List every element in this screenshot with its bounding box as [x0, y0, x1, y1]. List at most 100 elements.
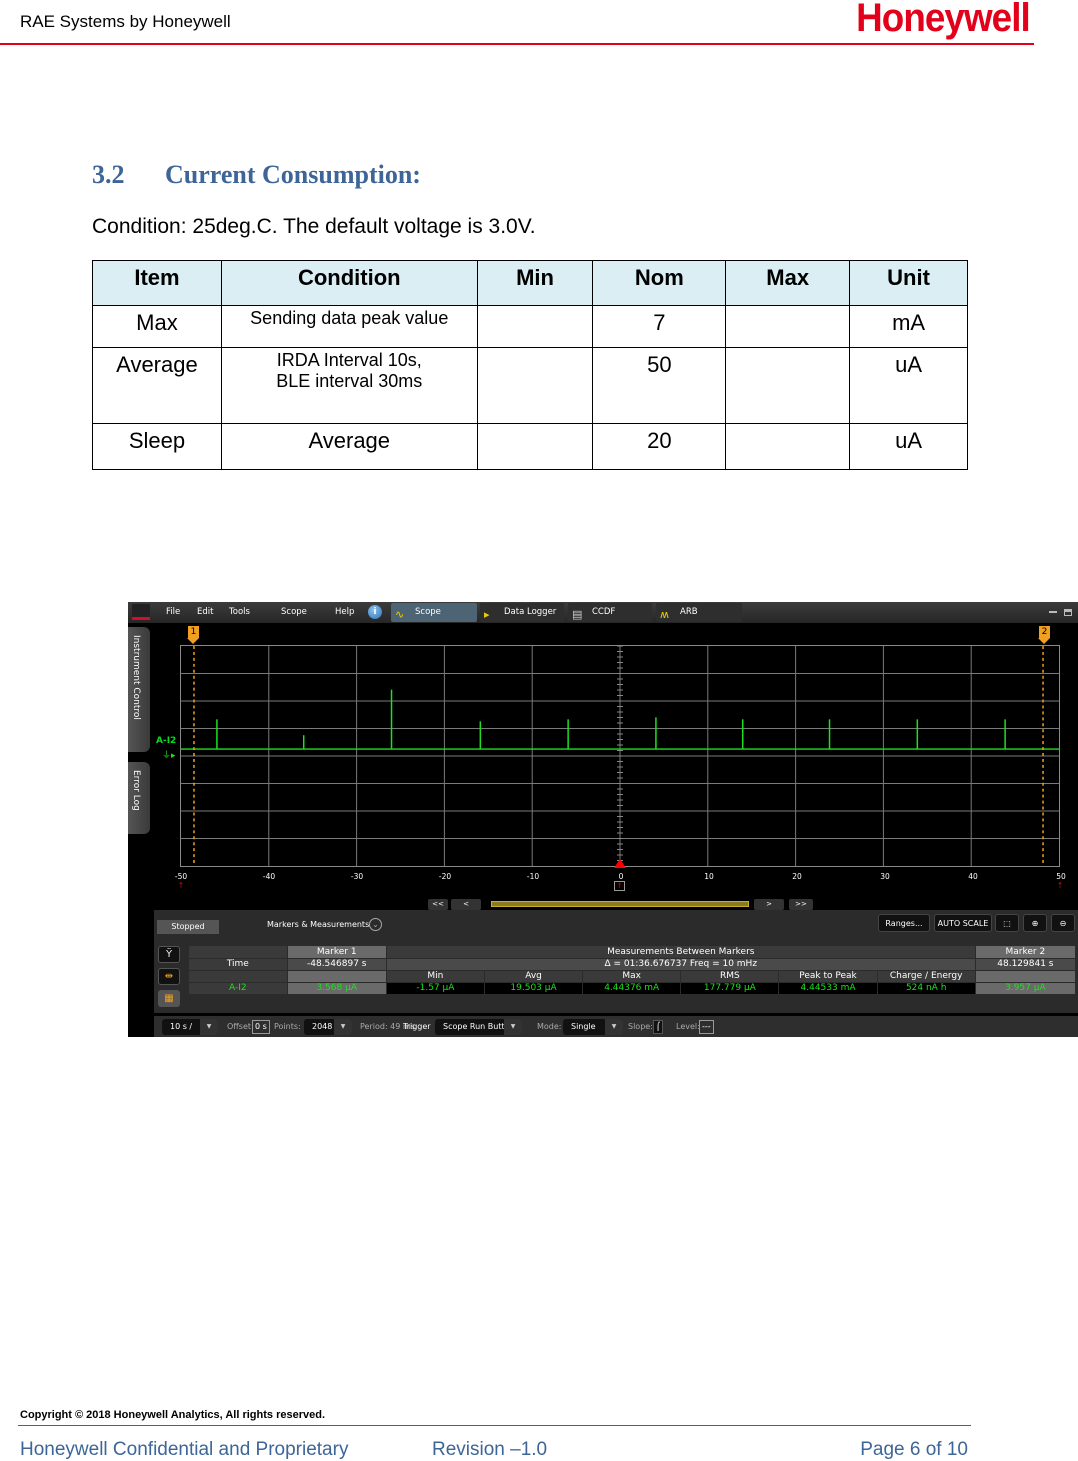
nav-next-button[interactable]: >: [754, 899, 784, 910]
cell-nom: 20: [592, 423, 727, 470]
cell-item: Max: [92, 305, 222, 348]
menu-help[interactable]: Help: [335, 607, 354, 617]
level-label: Level:: [676, 1022, 700, 1031]
cell-unit: mA: [849, 305, 968, 348]
chevron-down-icon: ▼: [605, 1019, 623, 1035]
side-tab-instrument-control[interactable]: Instrument Control: [128, 627, 150, 752]
data-logger-icon: ▸: [484, 608, 490, 621]
marker-1-arrow-icon: [187, 638, 199, 644]
chevron-down-icon[interactable]: ⌄: [369, 918, 382, 931]
chevron-down-icon: ▼: [334, 1019, 352, 1035]
nav-first-button[interactable]: <<: [428, 899, 448, 910]
nav-last-button[interactable]: >>: [789, 899, 813, 910]
current-consumption-table: Item Condition Min Nom Max Unit Max Send…: [92, 260, 968, 470]
trigger-home-button[interactable]: ↑: [614, 881, 625, 891]
rising-slope-icon[interactable]: ⌠: [653, 1020, 664, 1034]
cell-max: [725, 305, 851, 348]
company-name: RAE Systems by Honeywell: [20, 12, 231, 31]
mode-value: Single: [571, 1022, 596, 1031]
tab-label: CCDF: [592, 607, 616, 617]
tab-data-logger[interactable]: ▸ Data Logger: [480, 603, 564, 622]
cell-item: Average: [92, 347, 222, 424]
marker-1-value: 3.568 µA: [287, 982, 387, 995]
markers-measurements-label[interactable]: Markers & Measurements: [267, 920, 369, 929]
section-number: 3.2: [92, 160, 125, 189]
stat-value: 177.779 µA: [680, 982, 780, 995]
nav-prev-button[interactable]: <: [451, 899, 481, 910]
section-heading: Current Consumption:: [165, 160, 421, 189]
marker-2-arrow-icon: [1038, 638, 1050, 644]
marker-1-time: -48.546897 s: [287, 958, 387, 971]
cell-max: [725, 347, 851, 424]
cell-min: [476, 305, 594, 348]
marker-1-flag[interactable]: 1: [188, 626, 199, 638]
probe-icon[interactable]: Ÿ: [158, 946, 180, 963]
scope-plot[interactable]: [180, 645, 1060, 867]
maximize-icon[interactable]: [1064, 609, 1072, 616]
tab-ccdf[interactable]: ▤ CCDF: [568, 603, 652, 622]
ccdf-icon: ▤: [572, 608, 583, 621]
ranges-button[interactable]: Ranges...: [878, 914, 930, 932]
tab-label: ARB: [680, 607, 698, 617]
x-tick-label: 50: [1056, 872, 1066, 881]
auto-scale-button[interactable]: AUTO SCALE: [934, 914, 992, 932]
measurements-header-row: Marker 1 Measurements Between Markers Ma…: [189, 946, 1077, 959]
tab-label: Scope: [415, 607, 441, 617]
trigger-select[interactable]: Scope Run Button ▼: [435, 1019, 522, 1035]
offset-label: Offset:: [227, 1022, 254, 1031]
condition-line: IRDA Interval 10s,: [276, 350, 422, 370]
menu-scope[interactable]: Scope: [281, 607, 307, 617]
honeywell-logo: Honeywell: [856, 0, 1031, 40]
time-label: Time: [189, 958, 288, 971]
cell-nom: 50: [592, 347, 727, 424]
time-scrollbar[interactable]: [491, 901, 749, 907]
marker-2-flag[interactable]: 2: [1039, 626, 1050, 638]
channel-label: A-I2: [189, 982, 288, 995]
sine-wave-icon: ∿: [395, 608, 405, 621]
stat-value: 4.44533 mA: [778, 982, 878, 995]
cell-condition: Average: [220, 423, 478, 470]
scope-screenshot: File Edit Tools Scope Help i ∿ Scope ▸ Dat…: [128, 602, 1078, 1037]
marker-1-header: Marker 1: [287, 946, 387, 959]
column-header: Item: [92, 260, 222, 306]
menu-edit[interactable]: Edit: [197, 607, 213, 617]
x-tick-label: -30: [350, 872, 364, 881]
zoom-in-icon[interactable]: ⊕: [1023, 914, 1047, 932]
chevron-down-icon: ▼: [200, 1019, 218, 1035]
x-tick-label: 10: [704, 872, 714, 881]
menu-file[interactable]: File: [166, 607, 180, 617]
stat-header: Peak to Peak: [778, 970, 878, 983]
x-tick-label: -50: [174, 872, 188, 881]
zoom-box-icon[interactable]: ⬚: [995, 914, 1019, 932]
marker-spread-icon[interactable]: ⇹: [158, 968, 180, 985]
minimize-icon[interactable]: [1049, 611, 1057, 613]
ground-reference-icon[interactable]: ⏚▸: [162, 748, 176, 761]
trigger-label: Trigger: [403, 1022, 431, 1031]
marker-1-offscreen-arrow-icon: ↑: [177, 881, 185, 890]
column-header: Unit: [849, 260, 968, 306]
cell-unit: uA: [849, 347, 968, 424]
slope-label: Slope:: [628, 1022, 653, 1031]
info-icon[interactable]: i: [368, 605, 382, 619]
header-divider: [0, 43, 1034, 45]
cell-unit: uA: [849, 423, 968, 470]
measurements-table: Marker 1 Measurements Between Markers Ma…: [189, 946, 1077, 995]
table-row: Sleep Average 20 uA: [92, 423, 968, 470]
column-header: Min: [476, 260, 594, 306]
offset-field[interactable]: 0 s: [252, 1020, 270, 1034]
trigger-position-icon[interactable]: [614, 859, 626, 868]
tab-scope[interactable]: ∿ Scope: [391, 603, 477, 622]
marker-grid-icon[interactable]: ▦: [158, 990, 180, 1007]
side-tab-error-log[interactable]: Error Log: [128, 762, 150, 834]
bottom-toolbar: 10 s / ▼ Offset: 0 s Points: 2048 ▼ Period…: [154, 1013, 1078, 1037]
zoom-out-icon[interactable]: ⊖: [1051, 914, 1075, 932]
points-select[interactable]: 2048 ▼: [304, 1019, 352, 1035]
menu-tools[interactable]: Tools: [229, 607, 250, 617]
table-row: Max Sending data peak value 7 mA: [92, 305, 968, 348]
points-value: 2048: [312, 1022, 333, 1031]
mode-select[interactable]: Single ▼: [563, 1019, 623, 1035]
timebase-select[interactable]: 10 s / ▼: [162, 1019, 218, 1035]
level-field[interactable]: ---: [699, 1020, 714, 1034]
tab-arb[interactable]: ʍ ARB: [656, 603, 742, 622]
cell-item: Sleep: [92, 423, 222, 470]
